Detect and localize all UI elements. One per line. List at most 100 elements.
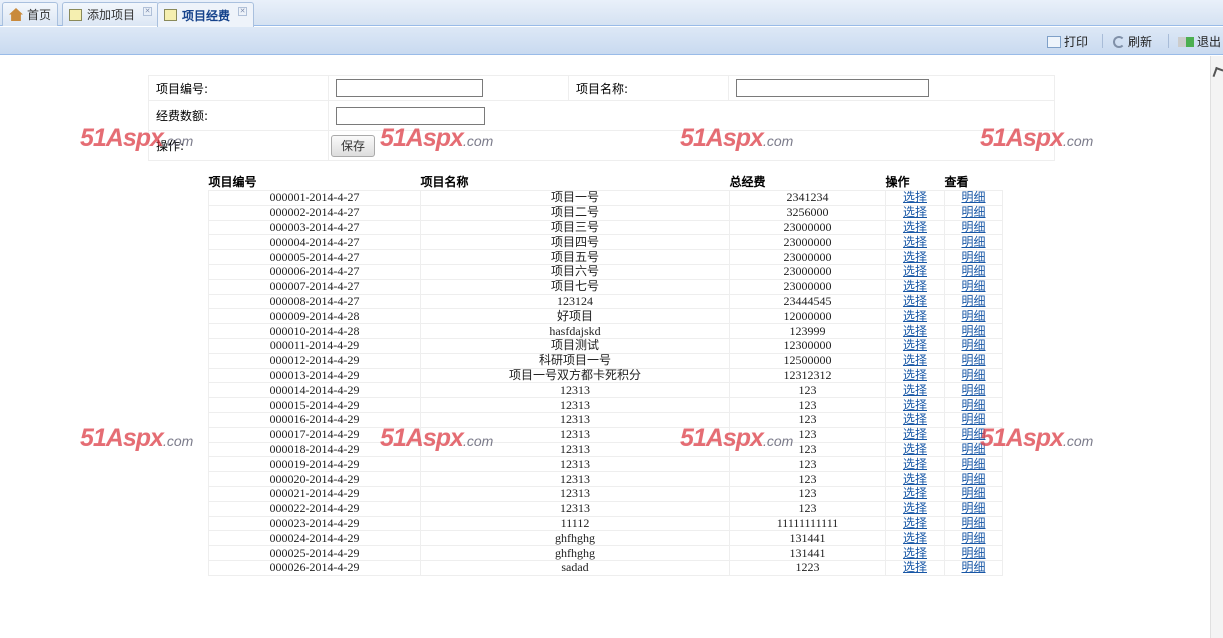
detail-link[interactable]: 明细 [961, 368, 985, 382]
detail-link[interactable]: 明细 [961, 486, 985, 500]
detail-link[interactable]: 明细 [961, 309, 985, 323]
detail-link[interactable]: 明细 [961, 279, 985, 293]
tab-project-funds[interactable]: 项目经费 ✕ [157, 2, 255, 27]
detail-link[interactable]: 明细 [961, 353, 985, 367]
cell-total-funds: 131441 [729, 530, 886, 547]
cell-project-name: 好项目 [420, 308, 730, 325]
select-link[interactable]: 选择 [903, 294, 927, 308]
select-link[interactable]: 选择 [903, 383, 927, 397]
tab-add-project[interactable]: 添加项目 ✕ [62, 2, 160, 26]
amount-input[interactable] [336, 106, 485, 125]
exit-label: 退出 [1197, 35, 1222, 49]
detail-link[interactable]: 明细 [961, 205, 985, 219]
select-link[interactable]: 选择 [903, 235, 927, 249]
detail-link[interactable]: 明细 [961, 264, 985, 278]
cell-project-name: ghfhghg [420, 545, 730, 561]
select-link[interactable]: 选择 [903, 190, 927, 204]
cell-detail-link: 明细 [944, 190, 1003, 206]
table-row: 000001-2014-4-27 项目一号 2341234 选择 明细 [208, 190, 1003, 206]
project-no-input[interactable] [336, 79, 483, 97]
select-link[interactable]: 选择 [903, 501, 927, 515]
detail-link[interactable]: 明细 [961, 546, 985, 560]
amount-label: 经费数额: [148, 100, 329, 131]
select-link[interactable]: 选择 [903, 220, 927, 234]
detail-link[interactable]: 明细 [961, 398, 985, 412]
cell-project-no: 000025-2014-4-29 [208, 545, 421, 561]
cell-select-link: 选择 [885, 559, 945, 576]
select-link[interactable]: 选择 [903, 442, 927, 456]
detail-link[interactable]: 明细 [961, 338, 985, 352]
detail-link[interactable]: 明细 [961, 501, 985, 515]
save-button[interactable]: 保存 [331, 134, 375, 157]
close-icon[interactable]: ✕ [238, 7, 248, 16]
select-link[interactable]: 选择 [903, 353, 927, 367]
select-link[interactable]: 选择 [903, 205, 927, 219]
cell-total-funds: 23444545 [729, 293, 886, 310]
refresh-label: 刷新 [1128, 35, 1153, 49]
select-link[interactable]: 选择 [903, 560, 927, 574]
select-link[interactable]: 选择 [903, 309, 927, 323]
detail-link[interactable]: 明细 [961, 412, 985, 426]
table-row: 000005-2014-4-27 项目五号 23000000 选择 明细 [208, 249, 1003, 265]
select-link[interactable]: 选择 [903, 250, 927, 264]
table-row: 000020-2014-4-29 12313 123 选择 明细 [208, 471, 1003, 487]
select-link[interactable]: 选择 [903, 264, 927, 278]
project-name-input[interactable] [736, 79, 929, 97]
tab-home[interactable]: 首页 [2, 2, 59, 26]
detail-link[interactable]: 明细 [961, 250, 985, 264]
cell-select-link: 选择 [885, 411, 945, 428]
refresh-button[interactable]: 刷新 [1113, 33, 1152, 50]
detail-link[interactable]: 明细 [961, 442, 985, 456]
cell-select-link: 选择 [885, 190, 945, 206]
print-button[interactable]: 打印 [1047, 33, 1088, 50]
table-row: 000021-2014-4-29 12313 123 选择 明细 [208, 485, 1003, 502]
detail-link[interactable]: 明细 [961, 294, 985, 308]
cell-total-funds: 11111111111 [729, 515, 886, 532]
select-link[interactable]: 选择 [903, 338, 927, 352]
detail-link[interactable]: 明细 [961, 457, 985, 471]
select-link[interactable]: 选择 [903, 279, 927, 293]
detail-link[interactable]: 明细 [961, 324, 985, 338]
select-link[interactable]: 选择 [903, 368, 927, 382]
cell-project-name: 12313 [420, 471, 730, 487]
cell-detail-link: 明细 [944, 352, 1003, 369]
select-link[interactable]: 选择 [903, 457, 927, 471]
detail-link[interactable]: 明细 [961, 531, 985, 545]
cell-total-funds: 123 [729, 485, 886, 502]
select-link[interactable]: 选择 [903, 486, 927, 500]
detail-link[interactable]: 明细 [961, 516, 985, 530]
project-form: 项目编号: 项目名称: 经费数额: 操作: 保存 [148, 75, 1055, 161]
cell-project-name: 11112 [420, 515, 730, 532]
cell-project-name: 项目六号 [420, 263, 730, 280]
cell-detail-link: 明细 [944, 426, 1003, 443]
refresh-icon [1113, 35, 1125, 48]
select-link[interactable]: 选择 [903, 398, 927, 412]
cell-project-no: 000008-2014-4-27 [208, 293, 421, 310]
detail-link[interactable]: 明细 [961, 220, 985, 234]
cell-detail-link: 明细 [944, 411, 1003, 428]
close-icon[interactable]: ✕ [143, 7, 153, 16]
select-link[interactable]: 选择 [903, 546, 927, 560]
cell-project-name: hasfdajskd [420, 323, 730, 339]
header-project-name: 项目名称 [420, 175, 730, 191]
select-link[interactable]: 选择 [903, 427, 927, 441]
cell-project-no: 000014-2014-4-29 [208, 382, 421, 399]
watermark-text: 51Aspx [80, 424, 164, 452]
exit-button[interactable]: 退出 [1178, 33, 1221, 50]
detail-link[interactable]: 明细 [961, 472, 985, 486]
vertical-scrollbar[interactable] [1210, 56, 1223, 638]
watermark-suffix: .com [162, 433, 194, 449]
select-link[interactable]: 选择 [903, 324, 927, 338]
select-link[interactable]: 选择 [903, 472, 927, 486]
select-link[interactable]: 选择 [903, 516, 927, 530]
detail-link[interactable]: 明细 [961, 235, 985, 249]
table-row: 000017-2014-4-29 12313 123 选择 明细 [208, 426, 1003, 443]
detail-link[interactable]: 明细 [961, 427, 985, 441]
detail-link[interactable]: 明细 [961, 560, 985, 574]
select-link[interactable]: 选择 [903, 531, 927, 545]
table-row: 000026-2014-4-29 sadad 1223 选择 明细 [208, 559, 1003, 576]
select-link[interactable]: 选择 [903, 412, 927, 426]
detail-link[interactable]: 明细 [961, 383, 985, 397]
detail-link[interactable]: 明细 [961, 190, 985, 204]
scroll-up-icon[interactable] [1212, 66, 1223, 80]
